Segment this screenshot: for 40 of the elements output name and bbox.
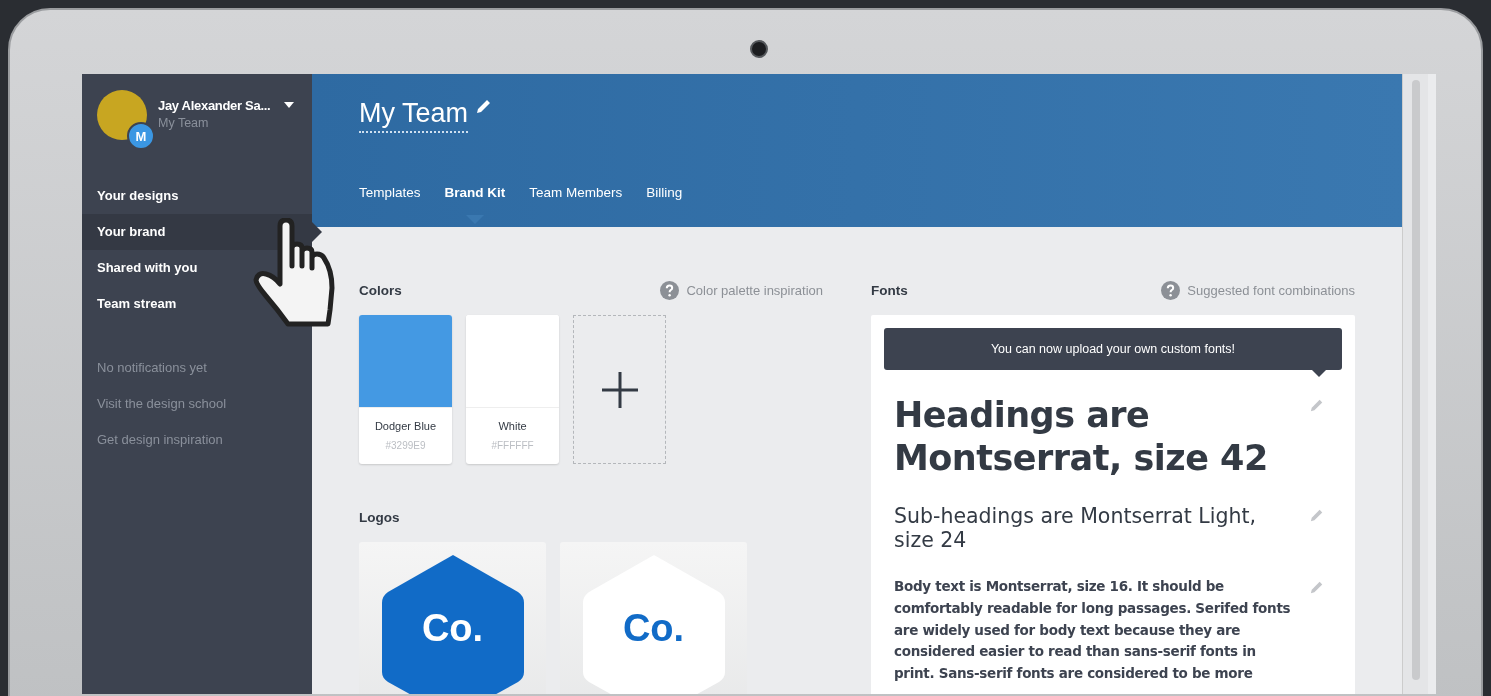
tooltip-pointer [1312,370,1326,377]
sidebar-link[interactable]: No notifications yet [82,350,312,386]
sidebar-link[interactable]: Get design inspiration [82,422,312,458]
help-icon[interactable] [660,280,680,300]
font-sample[interactable]: Sub-headings are Montserrat Light, size 24 [894,504,1294,552]
help-icon[interactable] [1161,280,1181,300]
tab[interactable]: Billing [646,185,683,209]
team-title[interactable]: My Team [359,98,469,133]
add-color-button[interactable] [573,315,666,464]
plus-icon [600,370,639,409]
color-hex: #3299E9 [385,440,426,451]
caret-icon[interactable] [284,102,295,108]
pencil-icon[interactable] [476,98,493,114]
section-title: Logos [359,509,400,525]
logo-text: Co. [621,607,686,650]
team-name: My Team [158,116,210,130]
font-sample[interactable]: Headings are Montserrat, size 42 [894,394,1294,480]
color-name: Dodger Blue [374,420,437,432]
font-sample[interactable]: Body text is Montserrat, size 16. It should be comfortably readable for long passages. Serifed fonts are widely used for body text because they are considered easier to read than sans-serif fonts in print. Sans-serif fonts are considered to be more [894,576,1294,685]
color-hex: #FFFFFF [491,440,534,451]
help-link[interactable]: Suggested font combinations [1187,282,1355,298]
color-name: White [498,420,527,432]
selection-pointer [312,222,322,242]
section-title: Fonts [871,282,908,298]
tab[interactable]: Team Members [529,185,623,209]
logo-card[interactable]: Co. [560,542,747,694]
section-title: Colors [359,282,402,298]
sidebar-link[interactable]: Visit the design school [82,386,312,422]
logo-card[interactable]: Co. [359,542,546,694]
tab[interactable]: Templates [359,185,421,209]
nav-item[interactable]: Your designs [82,178,312,214]
color-swatch-card[interactable]: White #FFFFFF [466,315,559,464]
camera-icon [750,40,768,58]
team-badge: M [127,122,155,150]
tooltip-banner: You can now upload your own custom fonts! [884,328,1342,370]
color-swatch-card[interactable]: Dodger Blue #3299E9 [359,315,452,464]
user-name[interactable]: Jay Alexander Sa... [158,98,271,113]
logo-text: Co. [420,607,485,650]
avatar [97,90,147,140]
tab[interactable]: Brand Kit [444,185,506,209]
